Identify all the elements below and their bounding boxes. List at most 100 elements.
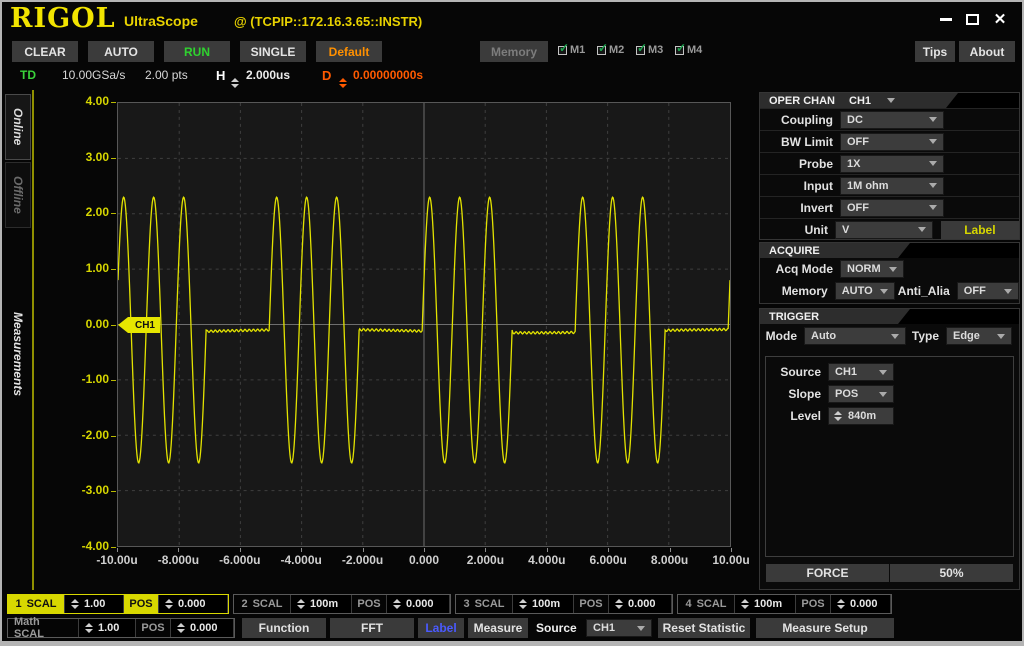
- x-axis-label: 2.000u: [457, 553, 513, 567]
- channel4-scale-value[interactable]: 100m: [734, 595, 796, 613]
- channel2-pos-value[interactable]: 0.000: [386, 595, 450, 613]
- math-label-button[interactable]: Label: [418, 618, 464, 638]
- updown-arrows-icon: [837, 599, 845, 609]
- trigger-level-spinner[interactable]: 840m: [828, 407, 894, 425]
- trigger-type-dropdown[interactable]: Edge: [946, 327, 1012, 345]
- horizontal-spinner[interactable]: [231, 69, 239, 88]
- sidebar-divider: [32, 90, 34, 590]
- math-pos-chip[interactable]: POS: [136, 619, 170, 637]
- channel1-scale-value[interactable]: 1.00: [64, 595, 124, 613]
- y-axis-label: 1.00: [57, 261, 109, 275]
- trigger-mode-dropdown[interactable]: Auto: [804, 327, 906, 345]
- close-button[interactable]: ✕: [990, 11, 1010, 27]
- reset-statistic-button[interactable]: Reset Statistic: [658, 618, 750, 638]
- chevron-down-icon: [891, 334, 899, 339]
- minimize-button[interactable]: [936, 11, 956, 27]
- trigger-source-dropdown[interactable]: CH1: [828, 363, 894, 381]
- waveform-canvas: [118, 103, 730, 546]
- x-axis-label: -4.000u: [273, 553, 329, 567]
- horizontal-label: H: [216, 68, 225, 83]
- chevron-down-icon: [929, 183, 937, 188]
- invert-dropdown[interactable]: OFF: [840, 199, 944, 217]
- force-button[interactable]: FORCE: [766, 564, 889, 582]
- channel2-select-chip[interactable]: 2SCAL: [234, 595, 290, 613]
- acq-memory-dropdown[interactable]: AUTO: [835, 282, 895, 300]
- channel2-pos-chip[interactable]: POS: [352, 595, 386, 613]
- memory-button[interactable]: Memory: [480, 41, 548, 62]
- maximize-button[interactable]: [962, 11, 982, 27]
- checkbox-checked-icon: ✓: [597, 46, 606, 55]
- waveform-display[interactable]: [117, 102, 731, 547]
- measure-button[interactable]: Measure: [468, 618, 528, 638]
- x-axis-label: 6.000u: [580, 553, 636, 567]
- updown-arrows-icon: [393, 599, 401, 609]
- channel3-pos-chip[interactable]: POS: [574, 595, 608, 613]
- tab-online[interactable]: Online: [5, 94, 31, 160]
- acq-mode-dropdown[interactable]: NORM: [840, 260, 904, 278]
- input-dropdown[interactable]: 1M ohm: [840, 177, 944, 195]
- channel4-pos-chip[interactable]: POS: [796, 595, 830, 613]
- channel1-select-chip[interactable]: 1SCAL: [8, 595, 64, 613]
- channel1-pos-chip[interactable]: POS: [124, 595, 158, 613]
- unit-dropdown[interactable]: V: [835, 221, 933, 239]
- math-pos-value[interactable]: 0.000: [170, 619, 234, 637]
- delay-spinner[interactable]: [339, 69, 347, 88]
- chevron-down-icon: [887, 98, 895, 103]
- app-title: UltraScope: [124, 13, 198, 29]
- channel3-scale-value[interactable]: 100m: [512, 595, 574, 613]
- tab-offline[interactable]: Offline: [5, 162, 31, 228]
- probe-dropdown[interactable]: 1X: [840, 155, 944, 173]
- tips-button[interactable]: Tips: [915, 41, 955, 62]
- channel2-scale-value[interactable]: 100m: [290, 595, 352, 613]
- channel4-pos-value[interactable]: 0.000: [830, 595, 891, 613]
- y-axis-label: 4.00: [57, 94, 109, 108]
- unit-row: Unit V Label: [760, 218, 1019, 240]
- chevron-down-icon: [929, 139, 937, 144]
- math-controls: Math SCAL 1.00 POS 0.000: [7, 618, 235, 638]
- fifty-percent-button[interactable]: 50%: [890, 564, 1013, 582]
- m2-checkbox[interactable]: ✓ M2: [597, 44, 624, 56]
- math-scale-chip[interactable]: Math SCAL: [8, 619, 78, 637]
- delay-value[interactable]: 0.00000000s: [353, 68, 423, 82]
- oper-chan-select[interactable]: CH1: [849, 95, 895, 107]
- updown-arrows-icon: [297, 599, 305, 609]
- run-button[interactable]: RUN: [164, 41, 230, 62]
- anti-alias-dropdown[interactable]: OFF: [957, 282, 1019, 300]
- fft-button[interactable]: FFT: [330, 618, 414, 638]
- x-axis-tick: [178, 548, 179, 552]
- auto-button[interactable]: AUTO: [88, 41, 154, 62]
- bw-limit-dropdown[interactable]: OFF: [840, 133, 944, 151]
- tab-measurements[interactable]: Measurements: [5, 274, 31, 434]
- delay-label: D: [322, 68, 331, 83]
- invert-row: Invert OFF: [760, 196, 1019, 218]
- minimize-icon: [940, 18, 952, 21]
- default-button[interactable]: Default: [316, 41, 382, 62]
- channel4-select-chip[interactable]: 4SCAL: [678, 595, 734, 613]
- updown-arrows-icon: [834, 411, 842, 421]
- trigger-mode-row: Mode Auto Type Edge: [760, 324, 1019, 348]
- coupling-dropdown[interactable]: DC: [840, 111, 944, 129]
- channel3-controls: 3SCAL 100m POS 0.000: [455, 594, 673, 614]
- about-button[interactable]: About: [959, 41, 1015, 62]
- single-button[interactable]: SINGLE: [240, 41, 306, 62]
- updown-arrows-icon: [519, 599, 527, 609]
- y-axis-label: -3.00: [57, 483, 109, 497]
- math-scale-value[interactable]: 1.00: [78, 619, 136, 637]
- m4-checkbox[interactable]: ✓ M4: [675, 44, 702, 56]
- updown-arrows-icon: [71, 599, 79, 609]
- trigger-slope-dropdown[interactable]: POS: [828, 385, 894, 403]
- channel1-pos-value[interactable]: 0.000: [158, 595, 228, 613]
- measure-setup-button[interactable]: Measure Setup: [756, 618, 894, 638]
- close-icon: ✕: [994, 12, 1007, 27]
- measure-source-dropdown[interactable]: CH1: [586, 619, 652, 637]
- chevron-down-icon: [889, 267, 897, 272]
- channel3-select-chip[interactable]: 3SCAL: [456, 595, 512, 613]
- x-axis-label: -2.000u: [335, 553, 391, 567]
- m3-checkbox[interactable]: ✓ M3: [636, 44, 663, 56]
- function-button[interactable]: Function: [242, 618, 326, 638]
- label-button[interactable]: Label: [941, 221, 1019, 239]
- m1-checkbox[interactable]: ✓ M1: [558, 44, 585, 56]
- channel3-pos-value[interactable]: 0.000: [608, 595, 672, 613]
- clear-button[interactable]: CLEAR: [12, 41, 78, 62]
- timebase-value[interactable]: 2.000us: [246, 68, 290, 82]
